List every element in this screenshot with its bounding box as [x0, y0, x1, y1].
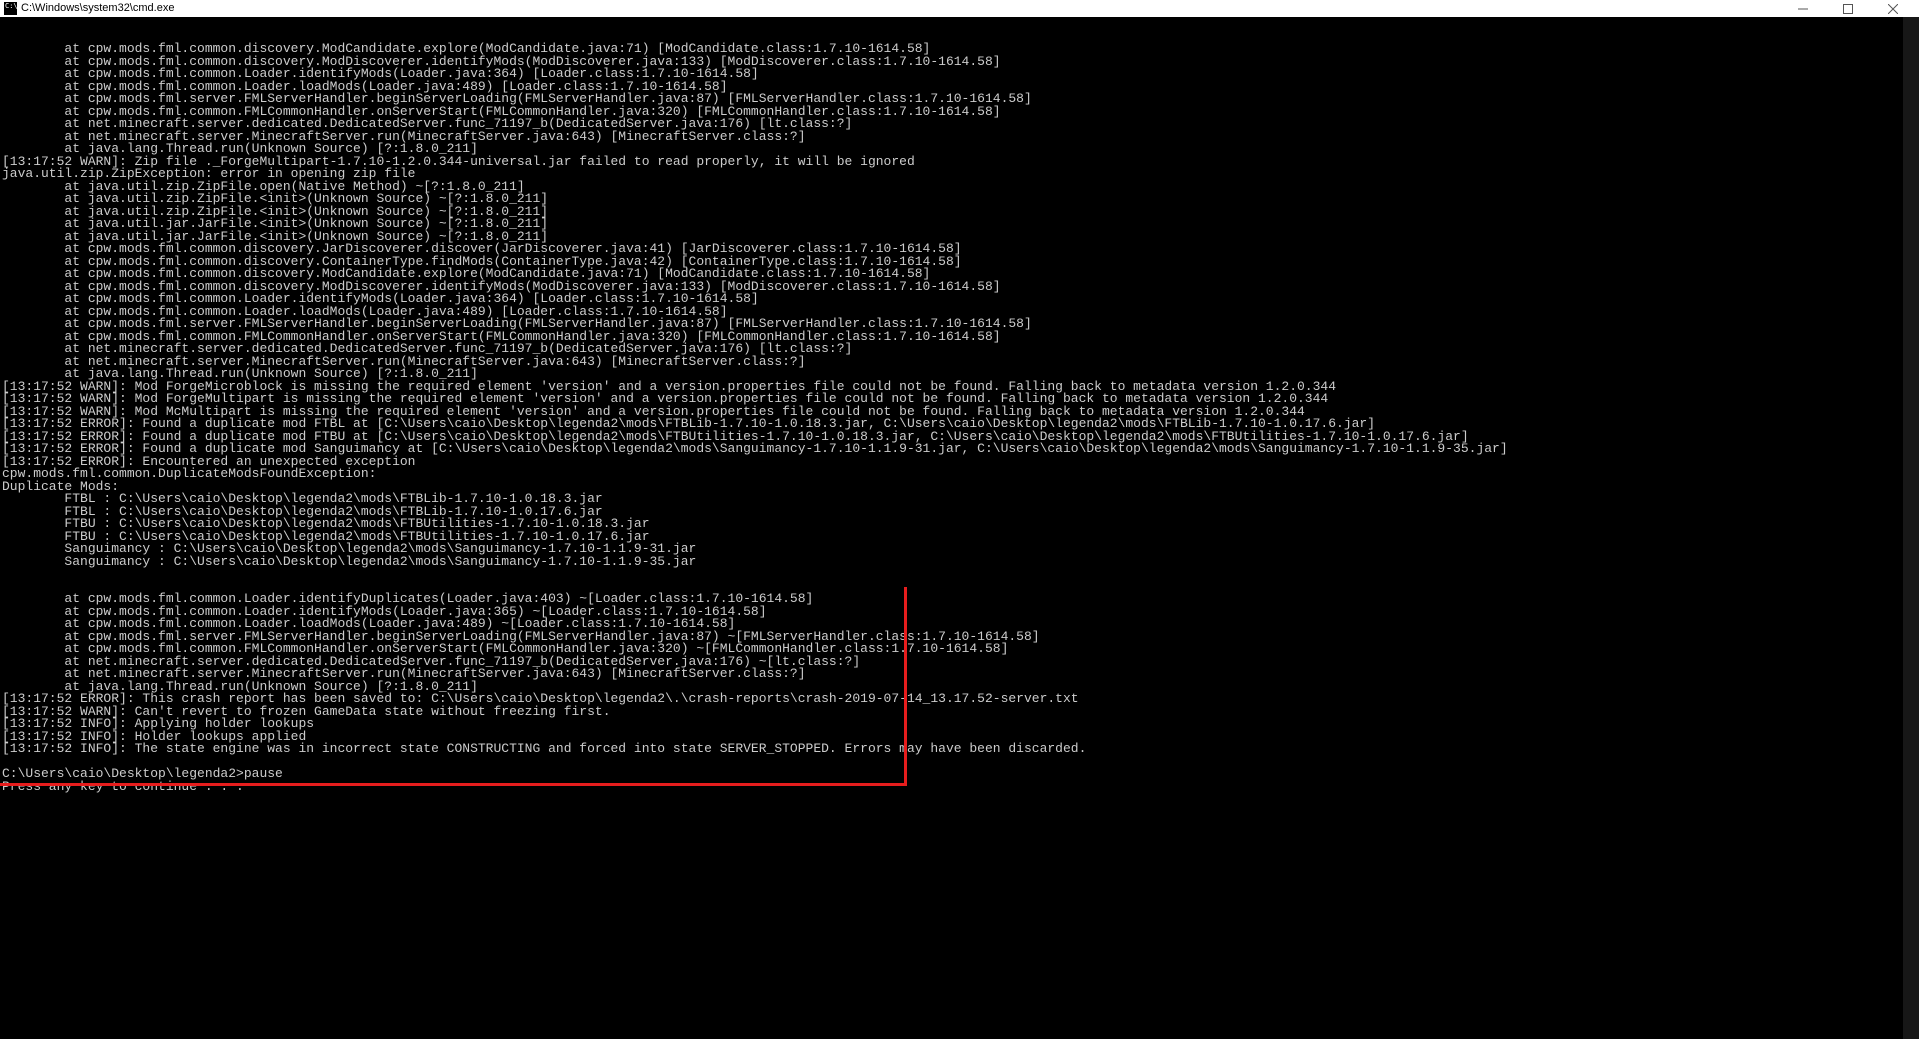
- terminal-line: [13:17:52 INFO]: The state engine was in…: [2, 743, 1917, 756]
- terminal-line: Press any key to continue . . .: [2, 781, 1917, 794]
- terminal-line: cpw.mods.fml.common.DuplicateModsFoundEx…: [2, 468, 1917, 481]
- close-button[interactable]: [1870, 0, 1915, 17]
- window-title: C:\Windows\system32\cmd.exe: [21, 0, 174, 17]
- terminal-line: C:\Users\caio\Desktop\legenda2>pause: [2, 768, 1917, 781]
- minimize-button[interactable]: [1780, 0, 1825, 17]
- cmd-icon: [4, 2, 17, 15]
- terminal-area[interactable]: at cpw.mods.fml.common.discovery.ModCand…: [0, 17, 1919, 1039]
- terminal-output: at cpw.mods.fml.common.discovery.ModCand…: [2, 43, 1917, 793]
- minimize-icon: [1798, 4, 1808, 14]
- terminal-line: [2, 756, 1917, 769]
- maximize-button[interactable]: [1825, 0, 1870, 17]
- window-frame: C:\Windows\system32\cmd.exe at cpw.mods.…: [0, 0, 1919, 1039]
- scrollbar[interactable]: [1903, 17, 1919, 1039]
- maximize-icon: [1843, 4, 1853, 14]
- terminal-line: [2, 568, 1917, 581]
- terminal-line: Sanguimancy : C:\Users\caio\Desktop\lege…: [2, 556, 1917, 569]
- titlebar[interactable]: C:\Windows\system32\cmd.exe: [0, 0, 1919, 17]
- close-icon: [1888, 4, 1898, 14]
